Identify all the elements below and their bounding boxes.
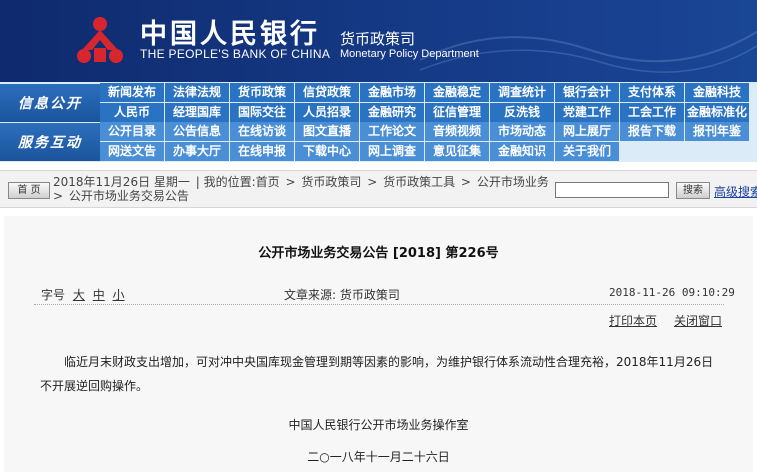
nav-item[interactable]: 支付体系 bbox=[620, 83, 684, 102]
nav-item[interactable]: 网上调查 bbox=[360, 142, 424, 161]
nav-section-service-interaction: 服务互动 bbox=[0, 123, 100, 161]
nav-item[interactable]: 办事大厅 bbox=[165, 142, 229, 161]
nav-item[interactable]: 报刊年鉴 bbox=[685, 122, 749, 141]
breadcrumb: 2018年11月26日 星期一 | 我的位置:首页 > 货币政策司 > 货币政策… bbox=[53, 175, 549, 203]
nav-section-info-disclosure: 信息公开 bbox=[0, 84, 100, 122]
breadcrumb-item[interactable]: 公开市场业务 bbox=[477, 175, 549, 189]
font-size-large-link[interactable]: 大 bbox=[73, 288, 85, 302]
department-name-en: Monetary Policy Department bbox=[340, 48, 479, 60]
nav-item[interactable]: 征信管理 bbox=[425, 103, 489, 122]
nav-item[interactable]: 工作论文 bbox=[360, 122, 424, 141]
article-body: 临近月末财政支出增加，可对冲中央国库现金管理到期等因素的影响，为维护银行体系流动… bbox=[40, 355, 714, 393]
main-navigation: 信息公开 服务互动 新闻发布 法律法规 货币政策 信贷政策 金融市场 金融稳定 … bbox=[0, 82, 757, 162]
nav-item[interactable]: 网上展厅 bbox=[555, 122, 619, 141]
nav-item[interactable]: 反洗钱 bbox=[490, 103, 554, 122]
breadcrumb-item[interactable]: 货币政策工具 bbox=[383, 175, 455, 189]
nav-item[interactable]: 经理国库 bbox=[165, 103, 229, 122]
font-size-controls: 字号 大 中 小 bbox=[41, 286, 125, 303]
breadcrumb-bar: 首 页 2018年11月26日 星期一 | 我的位置:首页 > 货币政策司 > … bbox=[0, 170, 757, 208]
font-size-label: 字号 bbox=[41, 288, 66, 302]
nav-item[interactable]: 新闻发布 bbox=[100, 83, 164, 102]
nav-item[interactable]: 公开目录 bbox=[100, 122, 164, 141]
article-panel: 公开市场业务交易公告 [2018] 第226号 字号 大 中 小 文章来源: 货… bbox=[4, 216, 753, 472]
breadcrumb-separator: > bbox=[285, 175, 296, 189]
nav-item[interactable]: 音频视频 bbox=[425, 122, 489, 141]
divider bbox=[34, 304, 724, 305]
search-input[interactable] bbox=[555, 182, 669, 198]
nav-item[interactable]: 人员招录 bbox=[295, 103, 359, 122]
nav-row-3: 公开目录 公告信息 在线访谈 图文直播 工作论文 音频视频 市场动态 网上展厅 … bbox=[100, 122, 750, 141]
nav-item[interactable]: 报告下载 bbox=[620, 122, 684, 141]
current-date: 2018年11月26日 星期一 bbox=[53, 175, 190, 189]
nav-item[interactable]: 金融标准化 bbox=[685, 103, 749, 122]
bank-name-en: THE PEOPLE'S BANK OF CHINA bbox=[140, 47, 331, 61]
nav-item[interactable]: 图文直播 bbox=[295, 122, 359, 141]
banner-decoration bbox=[420, 30, 757, 73]
breadcrumb-item[interactable]: 货币政策司 bbox=[301, 175, 361, 189]
nav-item[interactable]: 法律法规 bbox=[165, 83, 229, 102]
article-source: 文章来源: 货币政策司 bbox=[284, 288, 400, 302]
nav-item[interactable]: 下载中心 bbox=[295, 142, 359, 161]
nav-item[interactable]: 信贷政策 bbox=[295, 83, 359, 102]
nav-item[interactable]: 金融科技 bbox=[685, 83, 749, 102]
nav-item[interactable]: 关于我们 bbox=[555, 142, 619, 161]
article-title: 公开市场业务交易公告 [2018] 第226号 bbox=[258, 246, 499, 261]
nav-item[interactable]: 金融市场 bbox=[360, 83, 424, 102]
nav-row-1: 新闻发布 法律法规 货币政策 信贷政策 金融市场 金融稳定 调查统计 银行会计 … bbox=[100, 83, 750, 102]
nav-row-4: 网送文告 办事大厅 在线申报 下载中心 网上调查 意见征集 金融知识 关于我们 bbox=[100, 142, 620, 161]
nav-item[interactable]: 在线申报 bbox=[230, 142, 294, 161]
article-datetime: 2018-11-26 09:10:29 bbox=[609, 286, 735, 299]
nav-item[interactable]: 银行会计 bbox=[555, 83, 619, 102]
nav-item[interactable]: 货币政策 bbox=[230, 83, 294, 102]
department-name-cn: 货币政策司 bbox=[340, 30, 416, 48]
nav-item[interactable]: 在线访谈 bbox=[230, 122, 294, 141]
nav-item[interactable]: 国际交往 bbox=[230, 103, 294, 122]
nav-item[interactable]: 网送文告 bbox=[100, 142, 164, 161]
print-link[interactable]: 打印本页 bbox=[609, 312, 657, 329]
search-button[interactable]: 搜索 bbox=[676, 182, 710, 199]
breadcrumb-item[interactable]: 公开市场业务交易公告 bbox=[69, 189, 189, 203]
font-size-medium-link[interactable]: 中 bbox=[93, 288, 105, 302]
nav-item[interactable]: 调查统计 bbox=[490, 83, 554, 102]
advanced-search-link[interactable]: 高级搜索 bbox=[714, 183, 757, 200]
home-button[interactable]: 首 页 bbox=[8, 182, 50, 199]
signature-date: 二○一八年十一月二十六日 bbox=[307, 450, 450, 464]
font-size-small-link[interactable]: 小 bbox=[113, 288, 125, 302]
bank-name-cn: 中国人民银行 bbox=[140, 19, 320, 50]
nav-item[interactable]: 人民币 bbox=[100, 103, 164, 122]
breadcrumb-separator: > bbox=[460, 175, 471, 189]
nav-item[interactable]: 工会工作 bbox=[620, 103, 684, 122]
nav-item[interactable]: 金融知识 bbox=[490, 142, 554, 161]
breadcrumb-separator: > bbox=[367, 175, 378, 189]
article-meta: 字号 大 中 小 文章来源: 货币政策司 2018-11-26 09:10:29 bbox=[4, 286, 753, 303]
nav-item[interactable]: 金融研究 bbox=[360, 103, 424, 122]
nav-item[interactable]: 党建工作 bbox=[555, 103, 619, 122]
nav-item[interactable]: 金融稳定 bbox=[425, 83, 489, 102]
breadcrumb-home[interactable]: 我的位置:首页 bbox=[204, 175, 280, 189]
nav-item[interactable]: 公告信息 bbox=[165, 122, 229, 141]
nav-item[interactable]: 市场动态 bbox=[490, 122, 554, 141]
nav-item[interactable]: 意见征集 bbox=[425, 142, 489, 161]
signature-org: 中国人民银行公开市场业务操作室 bbox=[288, 418, 469, 432]
site-header: 中国人民银行 THE PEOPLE'S BANK OF CHINA 货币政策司 … bbox=[0, 0, 757, 82]
breadcrumb-separator: > bbox=[53, 189, 64, 203]
close-window-link[interactable]: 关闭窗口 bbox=[674, 312, 722, 329]
nav-row-2: 人民币 经理国库 国际交往 人员招录 金融研究 征信管理 反洗钱 党建工作 工会… bbox=[100, 103, 750, 122]
pboc-logo bbox=[77, 17, 123, 63]
